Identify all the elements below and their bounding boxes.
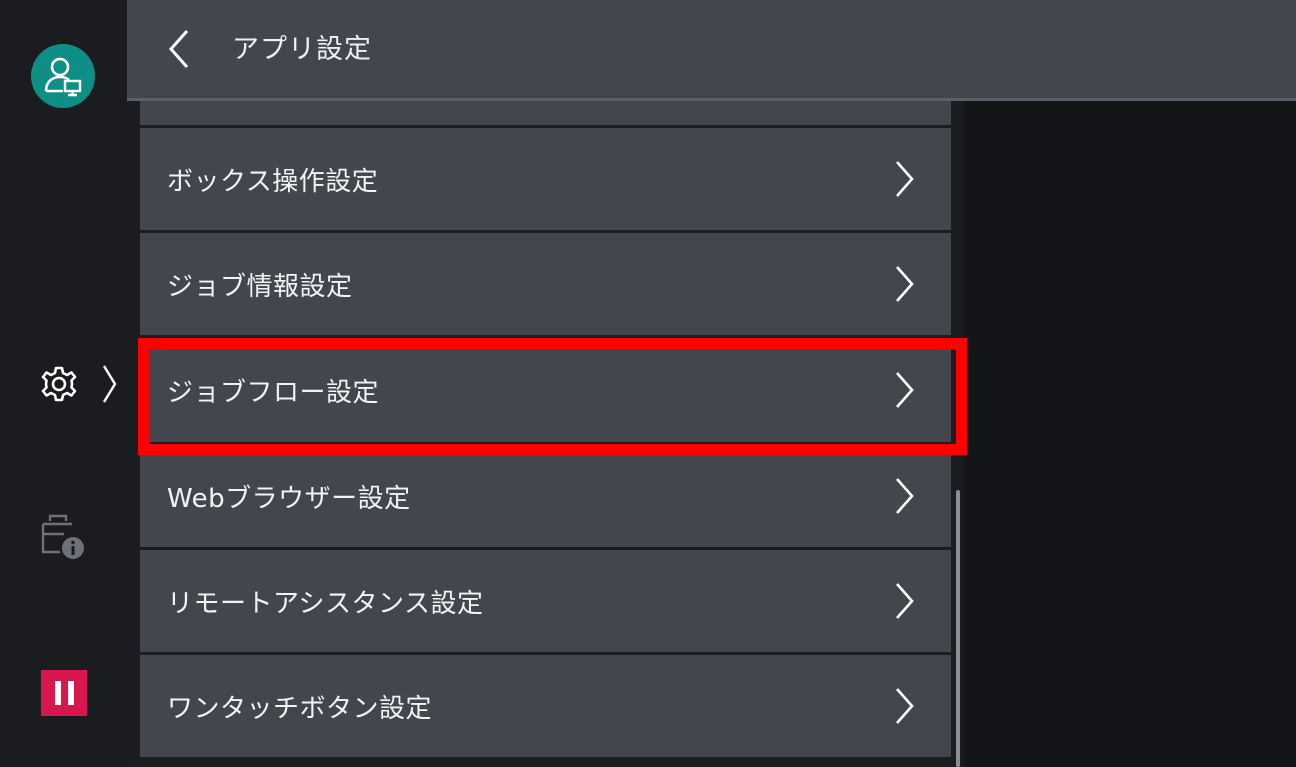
list-item-job-info[interactable]: ジョブ情報設定 [140,233,951,335]
list-item-label: ジョブフロー設定 [167,377,380,408]
settings-list: ボックス操作設定 ジョブ情報設定 ジョブフロー設定 Webブラウザー設定 リモー [127,101,964,767]
list-item-label: ボックス操作設定 [167,166,379,197]
gear-icon [41,366,77,402]
list-item-label: ジョブ情報設定 [167,271,353,302]
chevron-left-icon [168,30,189,68]
app-header: アプリ設定 [127,0,1296,101]
settings-menu-button[interactable] [40,360,120,408]
chevron-right-icon [896,266,914,302]
chevron-right-icon [896,372,914,408]
chevron-right-icon [896,478,914,514]
chevron-right-icon [102,365,117,403]
device-info-button[interactable] [40,512,88,562]
chevron-right-icon [896,161,914,197]
list-scrollbar[interactable] [956,490,960,767]
list-item-box-operation[interactable]: ボックス操作設定 [140,128,951,230]
list-item-label: リモートアシスタンス設定 [167,588,484,619]
pause-icon-bar [67,681,74,705]
chevron-right-icon [896,688,914,724]
page-title: アプリ設定 [232,34,372,65]
list-item-label: ワンタッチボタン設定 [167,693,433,724]
left-rail [0,0,127,767]
list-item-partial[interactable] [140,101,951,125]
pause-button[interactable] [41,670,87,716]
user-avatar-button[interactable] [31,44,95,108]
chevron-right-icon [896,583,914,619]
pause-icon [54,681,61,705]
list-item-remote-assistance[interactable]: リモートアシスタンス設定 [140,550,951,652]
user-computer-icon [44,57,82,97]
printer-info-icon [41,514,84,559]
list-item-job-flow[interactable]: ジョブフロー設定 [140,338,951,442]
list-item-one-touch-button[interactable]: ワンタッチボタン設定 [140,655,951,757]
list-item-label: Webブラウザー設定 [167,483,411,514]
list-item-web-browser[interactable]: Webブラウザー設定 [140,445,951,547]
back-button[interactable] [157,22,201,76]
screen: アプリ設定 ボックス操作設定 ジョブ情報設定 ジョブフロー設定 Webブラウザー… [0,0,1296,767]
